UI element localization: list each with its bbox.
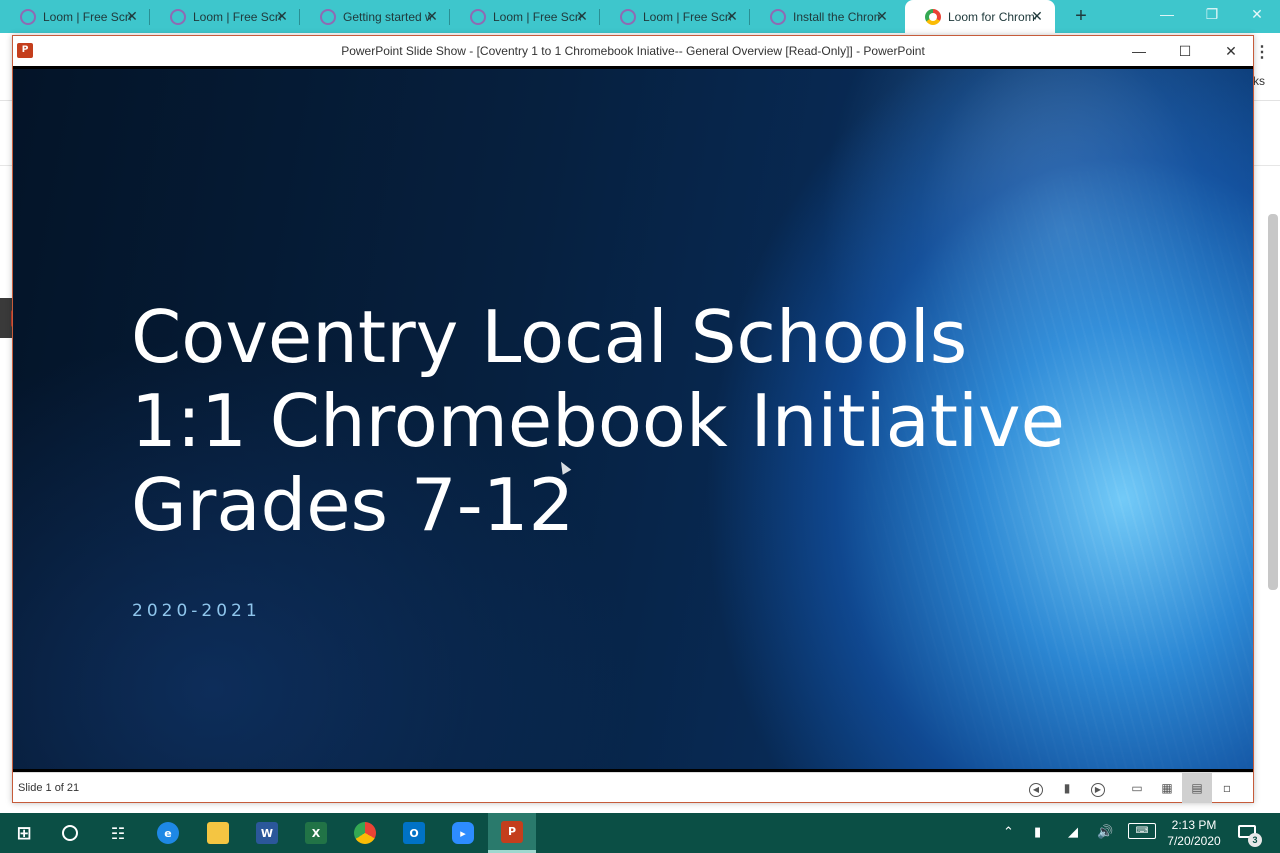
- slide-subtitle: 2020-2021: [132, 601, 261, 621]
- minimize-icon[interactable]: —: [1129, 42, 1149, 60]
- window-title: PowerPoint Slide Show - [Coventry 1 to 1…: [341, 44, 925, 58]
- excel-icon: X: [305, 822, 327, 844]
- clock-date: 7/20/2020: [1167, 834, 1221, 848]
- browser-tab[interactable]: Loom | Free Screen ✕: [0, 0, 150, 33]
- outlook-icon: O: [403, 822, 425, 844]
- powerpoint-icon: P: [501, 820, 523, 843]
- browser-tab[interactable]: Loom | Free Screen ✕: [450, 0, 600, 33]
- taskbar-clock[interactable]: 2:13 PM 7/20/2020: [1162, 817, 1226, 849]
- browser-tab-active[interactable]: Loom for Chrome ✕: [905, 0, 1055, 33]
- chrome-icon: [354, 822, 376, 844]
- normal-view-icon[interactable]: ▭: [1126, 778, 1148, 798]
- next-icon: ▶: [1091, 783, 1105, 797]
- tab-close-icon[interactable]: ✕: [274, 8, 290, 24]
- folder-icon: [207, 822, 229, 844]
- task-view-icon: ☷: [110, 823, 126, 843]
- edge-icon: e: [157, 822, 179, 844]
- slide-title-line: Grades 7-12: [131, 463, 575, 547]
- close-window-icon[interactable]: ✕: [1242, 6, 1272, 23]
- battery-icon[interactable]: ▮: [1034, 825, 1041, 840]
- slideshow-status-bar: Slide 1 of 21 ◀ ▮ ▶ ▭ ▦ ▤ ▫: [13, 772, 1253, 803]
- search-button[interactable]: [46, 813, 94, 853]
- loom-favicon-icon: [170, 8, 186, 25]
- taskbar-word[interactable]: W: [243, 813, 291, 853]
- taskbar-file-explorer[interactable]: [194, 813, 242, 853]
- volume-icon[interactable]: 🔊: [1097, 825, 1113, 840]
- tab-close-icon[interactable]: ✕: [574, 8, 590, 24]
- tab-title: Loom for Chrome: [948, 9, 1036, 24]
- previous-icon: ◀: [1029, 783, 1043, 797]
- notification-count-badge: 3: [1248, 833, 1262, 847]
- page-scrollbar[interactable]: [1268, 214, 1278, 590]
- zoom-icon: ▸: [452, 822, 474, 844]
- loom-favicon-icon: [470, 8, 486, 25]
- cortana-icon: [62, 825, 78, 841]
- taskbar-edge[interactable]: e: [144, 813, 192, 853]
- browser-tab[interactable]: Loom | Free Screen ✕: [150, 0, 300, 33]
- tab-title: Getting started with: [343, 9, 431, 24]
- maximize-icon[interactable]: ☐: [1175, 42, 1195, 60]
- action-center-button[interactable]: 3: [1238, 823, 1262, 847]
- task-view-button[interactable]: ☷: [94, 813, 142, 853]
- restore-icon[interactable]: ❐: [1197, 6, 1227, 23]
- tab-title: Loom | Free Screen: [493, 9, 581, 24]
- slide-canvas[interactable]: Coventry Local Schools 1:1 Chromebook In…: [13, 66, 1253, 772]
- powerpoint-window: P PowerPoint Slide Show - [Coventry 1 to…: [12, 35, 1254, 803]
- loom-favicon-icon: [770, 8, 786, 25]
- taskbar-excel[interactable]: X: [292, 813, 340, 853]
- minimize-icon[interactable]: —: [1152, 6, 1182, 22]
- slide-counter: Slide 1 of 21: [18, 782, 80, 794]
- tab-title: Loom | Free Screen: [43, 9, 131, 24]
- reading-view-icon[interactable]: ▤: [1182, 773, 1212, 803]
- loom-favicon-icon: [620, 8, 636, 25]
- tab-title: Loom | Free Screen: [193, 9, 281, 24]
- bookmarks-label-fragment: ks: [1253, 74, 1265, 88]
- touch-keyboard-icon[interactable]: ⌨: [1128, 823, 1156, 839]
- show-hidden-icons-icon[interactable]: ⌃: [1003, 825, 1014, 840]
- next-slide-button[interactable]: ▶: [1087, 778, 1109, 798]
- taskbar-powerpoint[interactable]: P: [488, 813, 536, 853]
- browser-tab[interactable]: Loom | Free Screen ✕: [600, 0, 750, 33]
- chrome-web-store-favicon-icon: [925, 8, 941, 25]
- tab-title: Loom | Free Screen: [643, 9, 731, 24]
- close-window-icon[interactable]: ✕: [1221, 42, 1241, 60]
- grid-view-icon[interactable]: ▦: [1156, 778, 1178, 798]
- browser-menu-icon[interactable]: ⋮: [1254, 42, 1270, 62]
- slideshow-view-icon[interactable]: ▫: [1216, 778, 1238, 798]
- word-icon: W: [256, 822, 278, 844]
- loom-favicon-icon: [20, 8, 36, 25]
- slide-title-line: Coventry Local Schools: [131, 295, 968, 379]
- tab-close-icon[interactable]: ✕: [424, 8, 440, 24]
- windows-taskbar: ⊞ ☷ e W X O ▸ P ⌃ ▮ ◢ 🔊 ⌨ 2:13 PM 7/20/2…: [0, 813, 1280, 853]
- taskbar-chrome[interactable]: [341, 813, 389, 853]
- loom-favicon-icon: [320, 8, 336, 25]
- clock-time: 2:13 PM: [1171, 818, 1217, 832]
- windows-logo-icon: ⊞: [16, 822, 32, 844]
- previous-slide-button[interactable]: ◀: [1025, 778, 1047, 798]
- taskbar-outlook[interactable]: O: [390, 813, 438, 853]
- slide-title-line: 1:1 Chromebook Initiative: [131, 379, 1065, 463]
- slide-title: Coventry Local Schools 1:1 Chromebook In…: [131, 295, 1065, 547]
- browser-tab[interactable]: Getting started with ✕: [300, 0, 450, 33]
- tab-title: Install the Chrome: [793, 9, 881, 24]
- powerpoint-titlebar: P PowerPoint Slide Show - [Coventry 1 to…: [13, 36, 1253, 66]
- tab-close-icon[interactable]: ✕: [874, 8, 890, 24]
- new-tab-button[interactable]: +: [1071, 6, 1091, 26]
- slide-sorter-icon[interactable]: ▮: [1056, 778, 1078, 798]
- browser-tab[interactable]: Install the Chrome ✕: [750, 0, 900, 33]
- start-button[interactable]: ⊞: [0, 813, 48, 853]
- browser-tab-strip: Loom | Free Screen ✕ Loom | Free Screen …: [0, 0, 1280, 33]
- tab-close-icon[interactable]: ✕: [1029, 8, 1045, 24]
- tab-close-icon[interactable]: ✕: [724, 8, 740, 24]
- tab-close-icon[interactable]: ✕: [124, 8, 140, 24]
- taskbar-zoom[interactable]: ▸: [439, 813, 487, 853]
- wifi-icon[interactable]: ◢: [1068, 825, 1078, 840]
